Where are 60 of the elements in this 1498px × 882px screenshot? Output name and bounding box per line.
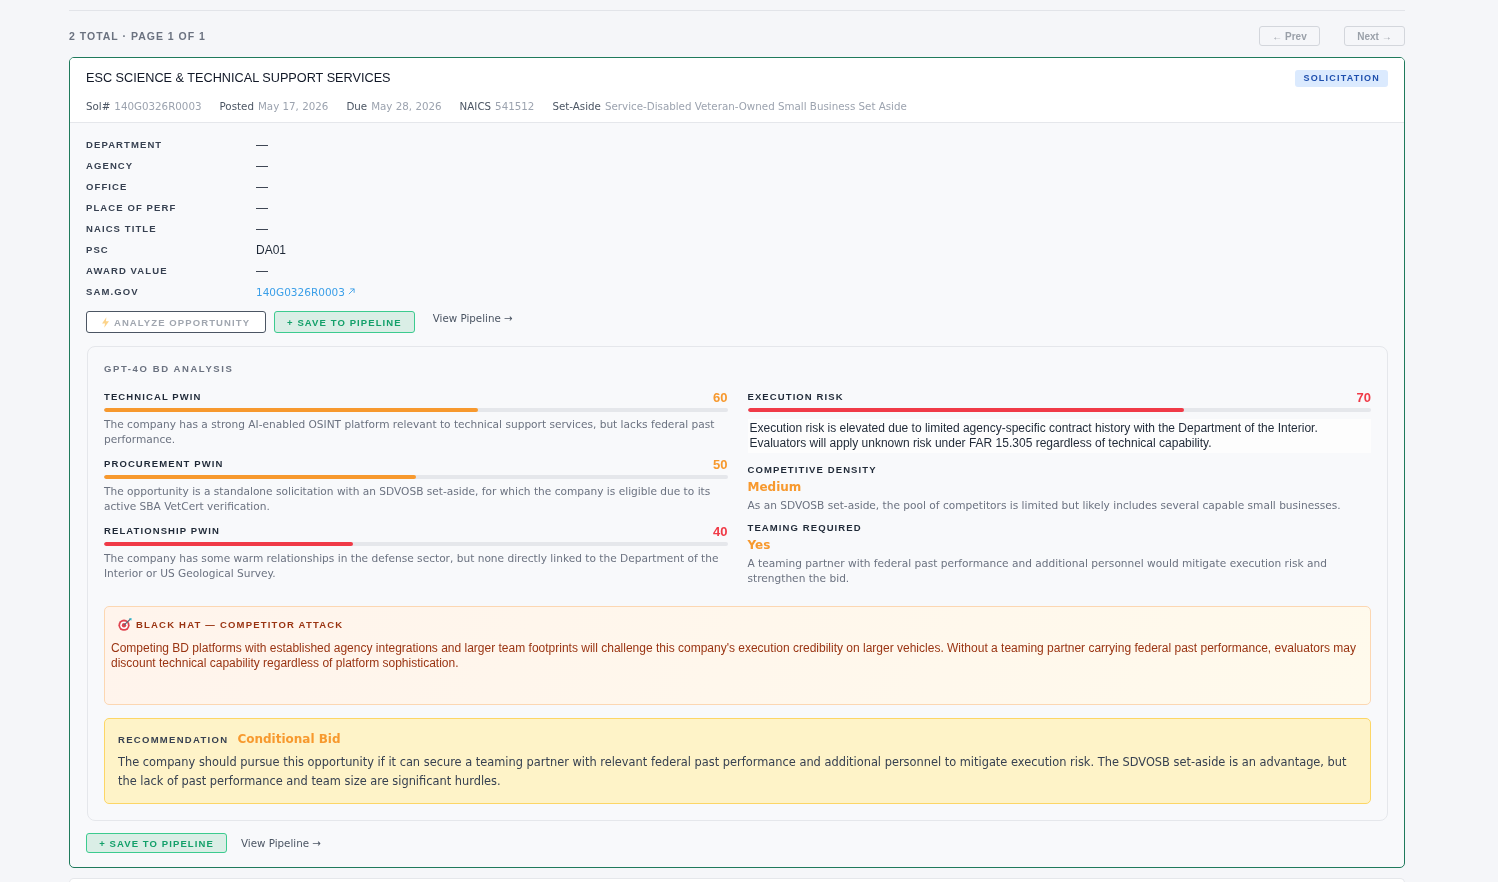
detail-label: AWARD VALUE xyxy=(86,265,169,276)
meta-label: Posted xyxy=(219,99,254,113)
meta-label: NAICS xyxy=(459,99,492,113)
meta-label: Due xyxy=(346,99,368,113)
detail-label: PLACE OF PERF xyxy=(86,202,178,213)
detail-label: PSC xyxy=(86,244,110,255)
score-value: 40 xyxy=(713,523,728,539)
recommendation-text: The company should pursue this opportunity if it can secure a teaming partner with relevant federal past performance and additional personnel to mitigate execution risk. The SDVOSB set-aside is an advantage, but the lack of past performance and team size are significant hurdles. xyxy=(118,754,1348,790)
factor-description: A teaming partner with federal past performance and additional personnel would mitigate execution risk and strengthen the bid. xyxy=(747,556,1328,586)
detail-label: AGENCY xyxy=(86,160,135,171)
factor-description: The company has some warm relationships in the defense sector, but none directly linked to the Department of the Interior or US Geological Survey. xyxy=(104,551,720,581)
recommendation-verdict: Conditional Bid xyxy=(237,732,341,746)
meta-value: 541512 xyxy=(495,99,535,113)
factor-label: COMPETITIVE DENSITY xyxy=(747,463,878,477)
detail-value: — xyxy=(256,137,268,152)
detail-value: DA01 xyxy=(256,242,287,257)
meta-value: Service-Disabled Veteran-Owned Small Business Set Aside xyxy=(604,99,907,113)
factor-description: The company has a strong AI-enabled OSINT platform relevant to technical support services, but lacks federal past performance. xyxy=(104,417,716,447)
detail-label: OFFICE xyxy=(86,181,129,192)
meta-label: Sol# xyxy=(86,99,111,113)
view-pipeline-link[interactable]: View Pipeline → xyxy=(241,837,321,849)
competitor-attack-text: Competing BD platforms with established agency integrations and larger team footprints will challenge this company's execution credibility on larger vehicles. Without a teaming partner carrying federal past performance, evaluators may discount technical capability regardless of platform sophistication. xyxy=(111,641,1357,671)
detail-value: — xyxy=(256,200,268,215)
factor-label: TEAMING REQUIRED xyxy=(747,521,863,535)
score-label: RELATIONSHIP PWIN xyxy=(104,524,220,538)
save-to-pipeline-button[interactable]: + SAVE TO PIPELINE xyxy=(274,311,415,333)
detail-value: — xyxy=(256,221,268,236)
score-value: 50 xyxy=(713,456,728,472)
factor-description: As an SDVOSB set-aside, the pool of competitors is limited but likely includes several capable small businesses. xyxy=(747,498,1342,513)
detail-label: DEPARTMENT xyxy=(86,139,164,150)
save-to-pipeline-button[interactable]: + SAVE TO PIPELINE xyxy=(86,833,227,853)
meta-value: May 17, 2026 xyxy=(257,99,329,113)
factor-description: The opportunity is a standalone solicitation with an SDVOSB set-aside, for which the company is eligible due to its active SBA VetCert verification. xyxy=(104,484,712,514)
factor-value: Medium xyxy=(747,479,803,496)
score-label: TECHNICAL PWIN xyxy=(104,390,202,404)
lightning-icon xyxy=(101,316,109,328)
analysis-title: GPT-4O BD ANALYSIS xyxy=(104,362,235,376)
factor-description: Execution risk is elevated due to limited agency-specific contract history with the Department of the Interior. Evaluators will apply unknown risk under FAR 15.305 regardless of technical capability. xyxy=(747,419,1371,453)
score-value: 70 xyxy=(1356,389,1371,405)
opportunity-title: ESC SCIENCE & TECHNICAL SUPPORT SERVICES xyxy=(86,70,392,87)
competitor-attack-title: BLACK HAT — COMPETITOR ATTACK xyxy=(136,618,344,630)
factor-value: Yes xyxy=(747,537,772,554)
detail-value: — xyxy=(256,263,268,278)
meta-value: May 28, 2026 xyxy=(371,99,442,113)
detail-value: — xyxy=(256,158,268,173)
score-value: 60 xyxy=(713,389,728,405)
sam-link[interactable]: 140G0326R0003 xyxy=(256,285,345,298)
detail-value: — xyxy=(256,179,268,194)
score-label: PROCUREMENT PWIN xyxy=(104,457,224,471)
pagination-summary: 2 TOTAL · PAGE 1 OF 1 xyxy=(69,30,206,42)
meta-label: Set-Aside xyxy=(552,99,601,113)
view-pipeline-link[interactable]: View Pipeline → xyxy=(432,312,513,324)
detail-label: SAM.GOV xyxy=(86,286,140,297)
target-icon xyxy=(118,617,132,631)
type-badge: SOLICITATION xyxy=(1295,70,1388,87)
meta-value: 140G0326R0003 xyxy=(114,99,202,113)
recommendation-label: RECOMMENDATION xyxy=(118,733,229,745)
score-label: EXECUTION RISK xyxy=(747,390,844,404)
external-link-icon xyxy=(347,288,355,295)
detail-label: NAICS TITLE xyxy=(86,223,158,234)
